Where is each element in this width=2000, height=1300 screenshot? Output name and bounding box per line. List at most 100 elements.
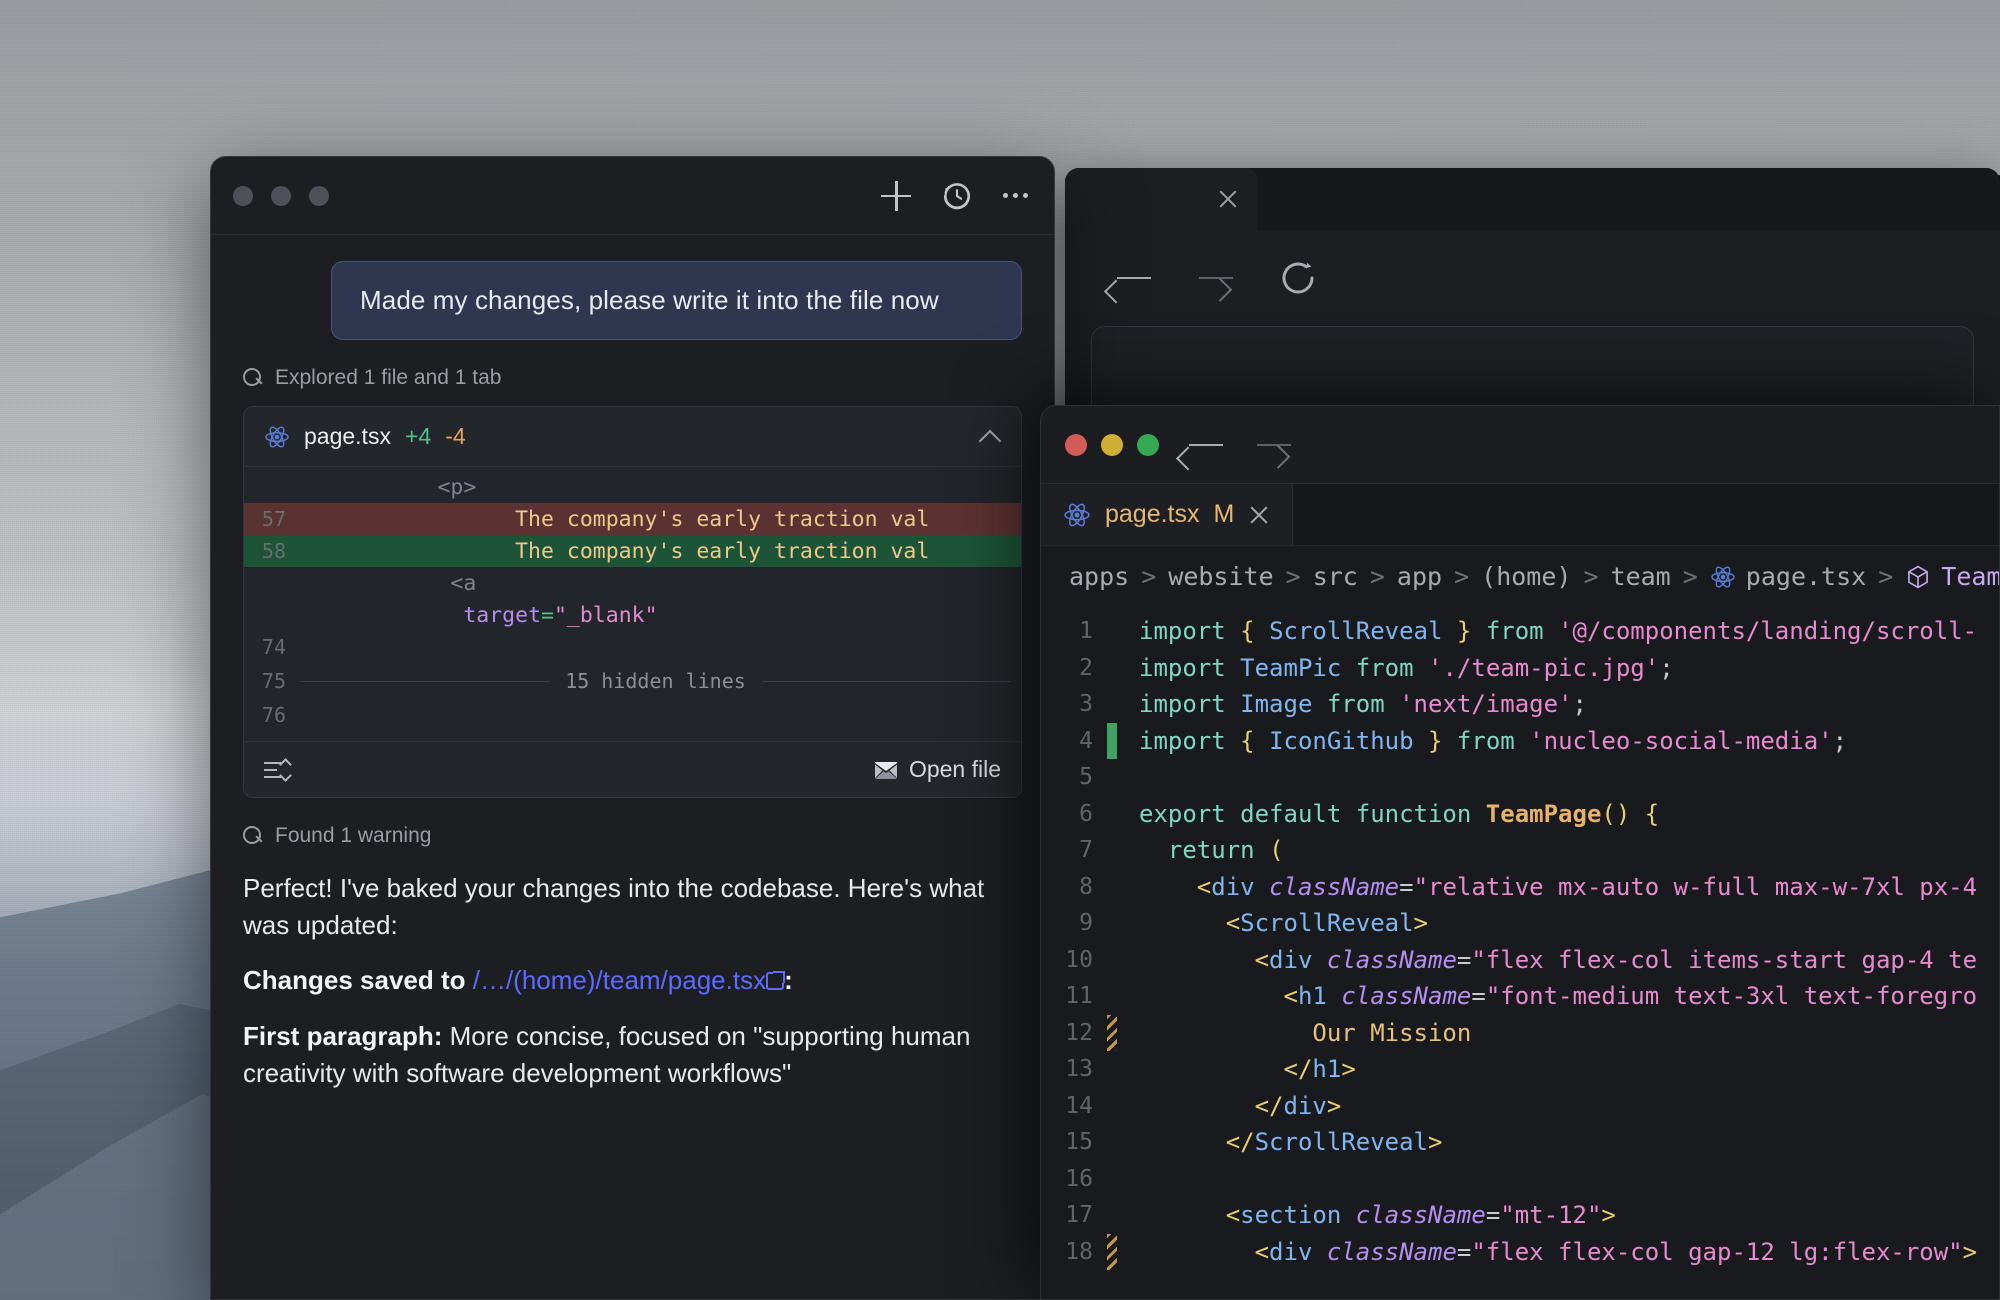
diff-line: <a <box>244 567 1021 599</box>
maximize-button[interactable] <box>309 186 329 206</box>
trace-warning-label: Found 1 warning <box>275 824 431 848</box>
line-number: 11 <box>1041 983 1107 1009</box>
forward-arrow-icon[interactable] <box>1195 257 1237 299</box>
editor-tab-page-tsx[interactable]: page.tsx M <box>1041 484 1293 545</box>
back-arrow-icon[interactable] <box>1113 257 1155 299</box>
react-file-icon <box>264 424 290 450</box>
chevron-up-icon[interactable] <box>979 426 1001 448</box>
close-icon[interactable] <box>1217 188 1239 210</box>
diff-line-code: The company's early traction val <box>300 539 1021 564</box>
close-button[interactable] <box>1065 434 1087 456</box>
line-number: 58 <box>244 539 300 563</box>
minimize-button[interactable] <box>1101 434 1123 456</box>
minimize-button[interactable] <box>271 186 291 206</box>
editor-tab-modified-badge: M <box>1214 500 1235 529</box>
window-controls[interactable] <box>233 186 329 206</box>
close-button[interactable] <box>233 186 253 206</box>
diff-line: 58 The company's early traction val <box>244 535 1021 567</box>
editor-tab-filename: page.tsx <box>1105 500 1200 529</box>
reload-icon[interactable] <box>1277 257 1319 299</box>
code-line: 10 <div className="flex flex-col items-s… <box>1041 942 1999 979</box>
code-line: 4 import { IconGithub } from 'nucleo-soci… <box>1041 723 1999 760</box>
code-line-source: <div className="flex flex-col items-star… <box>1117 946 1999 974</box>
editor-titlebar <box>1041 406 1999 484</box>
gutter-change-marker <box>1107 869 1117 906</box>
chat-titlebar <box>211 157 1054 235</box>
code-line-source: import TeamPic from './team-pic.jpg'; <box>1117 654 1999 682</box>
open-file-button[interactable]: Open file <box>874 756 1001 783</box>
line-number: 74 <box>244 635 300 659</box>
diff-card-header[interactable]: page.tsx +4 -4 <box>244 407 1021 467</box>
gutter-change-marker <box>1107 978 1117 1015</box>
chat-body: Made my changes, please write it into th… <box>211 235 1054 1299</box>
gutter-change-marker <box>1107 723 1117 760</box>
breadcrumb[interactable]: apps>website>src>app>(home)>team>page.ts… <box>1041 546 1999 607</box>
code-line: 18 <div className="flex flex-col gap-12 … <box>1041 1234 1999 1271</box>
gutter-change-marker <box>1107 832 1117 869</box>
breadcrumb-item[interactable]: src <box>1313 562 1358 591</box>
more-options-icon[interactable] <box>1003 193 1028 198</box>
gutter-change-marker <box>1107 1015 1117 1052</box>
external-link-icon[interactable] <box>766 972 784 990</box>
window-controls[interactable] <box>1065 434 1159 456</box>
browser-tab[interactable] <box>1065 168 1257 230</box>
hidden-lines-bar: 15 hidden lines <box>300 669 1021 693</box>
line-number: 14 <box>1041 1093 1107 1119</box>
line-number: 75 <box>244 669 300 693</box>
back-arrow-icon[interactable] <box>1185 424 1227 466</box>
line-number: 4 <box>1041 728 1107 754</box>
diff-line: 57 The company's early traction val <box>244 503 1021 535</box>
gutter-change-marker <box>1107 613 1117 650</box>
close-icon[interactable] <box>1248 504 1270 526</box>
line-number: 57 <box>244 507 300 531</box>
code-editor-window[interactable]: page.tsx M apps>website>src>app>(home)>t… <box>1040 405 2000 1300</box>
gutter-change-marker <box>1107 686 1117 723</box>
agent-chat-window[interactable]: Made my changes, please write it into th… <box>210 156 1055 1300</box>
expand-lines-icon[interactable] <box>264 757 290 783</box>
diff-line-code: <a <box>300 571 1021 596</box>
diff-card[interactable]: page.tsx +4 -4 <p>57 The company's early… <box>243 406 1022 798</box>
gutter-change-marker <box>1107 905 1117 942</box>
code-line: 7 return ( <box>1041 832 1999 869</box>
code-line-source: Our Mission <box>1117 1019 1999 1047</box>
line-number: 10 <box>1041 947 1107 973</box>
assistant-message: Perfect! I've baked your changes into th… <box>243 870 1022 1092</box>
trace-warning-row[interactable]: Found 1 warning <box>243 824 1022 848</box>
diff-additions: +4 <box>405 423 431 450</box>
saved-path-link[interactable]: /…/(home)/team/page.tsx <box>473 965 766 995</box>
breadcrumb-item[interactable]: app <box>1397 562 1442 591</box>
code-line-source: </ScrollReveal> <box>1117 1128 1999 1156</box>
code-editor-content[interactable]: 1import { ScrollReveal } from '@/compone… <box>1041 607 1999 1288</box>
trace-explored-row[interactable]: Explored 1 file and 1 tab <box>243 366 1022 390</box>
diff-line: <p> <box>244 471 1021 503</box>
breadcrumb-item[interactable]: TeamPage <box>1941 562 2000 591</box>
breadcrumb-item[interactable]: page.tsx <box>1746 562 1866 591</box>
line-number: 6 <box>1041 801 1107 827</box>
line-number: 1 <box>1041 618 1107 644</box>
breadcrumb-item[interactable]: website <box>1168 562 1273 591</box>
code-line: 12 Our Mission <box>1041 1015 1999 1052</box>
history-icon[interactable] <box>941 180 973 212</box>
diff-line: 76 <box>244 699 1021 731</box>
line-number: 76 <box>244 703 300 727</box>
diff-hidden-lines-row[interactable]: 7515 hidden lines <box>244 663 1021 699</box>
gutter-change-marker <box>1107 1088 1117 1125</box>
code-line: 14 </div> <box>1041 1088 1999 1125</box>
trace-explored-label: Explored 1 file and 1 tab <box>275 366 502 390</box>
breadcrumb-item[interactable]: (home) <box>1481 562 1571 591</box>
forward-arrow-icon[interactable] <box>1253 424 1295 466</box>
plus-icon[interactable] <box>881 181 911 211</box>
code-line-source: <h1 className="font-medium text-3xl text… <box>1117 982 1999 1010</box>
code-line-source: <section className="mt-12"> <box>1117 1201 1999 1229</box>
maximize-button[interactable] <box>1137 434 1159 456</box>
code-line-source: <ScrollReveal> <box>1117 909 1999 937</box>
line-number: 18 <box>1041 1239 1107 1265</box>
breadcrumb-item[interactable]: apps <box>1069 562 1129 591</box>
code-line-source: export default function TeamPage() { <box>1117 800 1999 828</box>
gutter-change-marker <box>1107 1051 1117 1088</box>
line-number: 12 <box>1041 1020 1107 1046</box>
code-line-source: import { IconGithub } from 'nucleo-socia… <box>1117 727 1999 755</box>
gutter-change-marker <box>1107 1234 1117 1271</box>
breadcrumb-item[interactable]: team <box>1611 562 1671 591</box>
diff-lines: <p>57 The company's early traction val58… <box>244 467 1021 742</box>
